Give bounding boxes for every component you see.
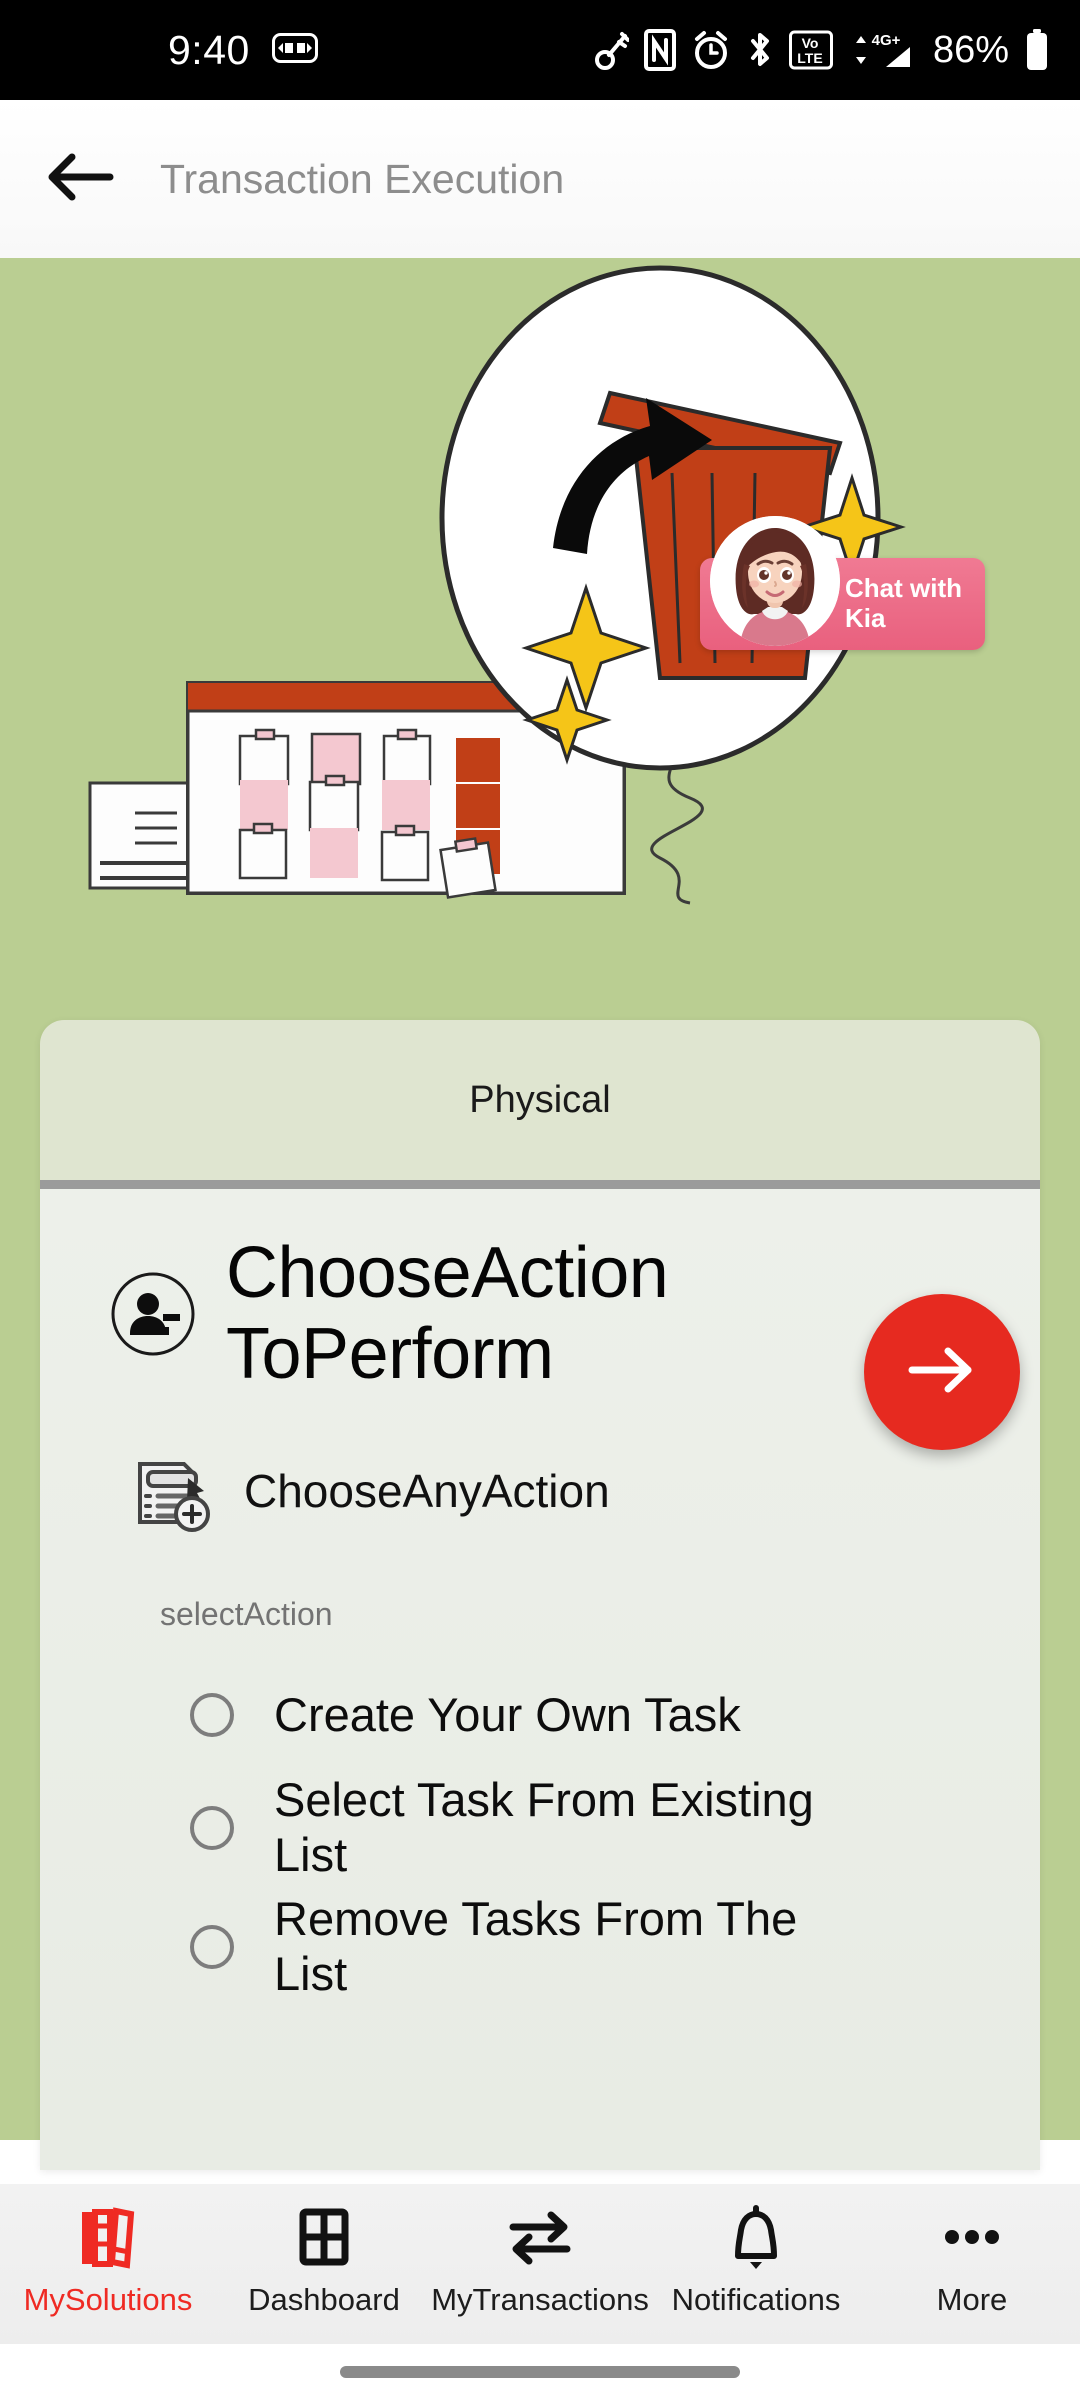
card-title: ChooseAction ToPerform [226,1233,669,1394]
person-remove-icon [110,1271,196,1357]
nfc-icon [643,29,676,71]
bottom-navigation-bar: MySolutions Dashboard MyTransactions Not… [0,2184,1080,2344]
radio-icon[interactable] [190,1693,234,1738]
nav-item-mysolutions[interactable]: MySolutions [8,2200,208,2318]
select-action-radio-group[interactable]: Create Your Own Task Select Task From Ex… [40,1633,1040,2001]
radio-option-remove-tasks-from-the-list[interactable]: Remove Tasks From The List [40,1892,1040,2001]
status-time: 9:40 [168,26,250,73]
swap-arrows-icon [501,2200,579,2274]
chat-badge-line1: Chat with [845,573,962,604]
key-icon [594,30,629,70]
nav-label: Notifications [671,2282,841,2317]
nav-item-notifications[interactable]: Notifications [656,2200,856,2318]
back-button[interactable] [20,149,140,210]
card-divider [40,1180,1040,1189]
status-bar-left: 9:40 [168,27,318,74]
app-bar: Transaction Execution [0,100,1080,258]
card-subtitle: ChooseAnyAction [244,1465,610,1518]
radio-option-label: Remove Tasks From The List [274,1892,798,2000]
volte-icon: Vo LTE [788,29,833,71]
bell-icon [719,2200,793,2274]
id-card-icon [271,32,318,68]
nav-item-more[interactable]: More [872,2200,1072,2318]
status-bar-right: Vo LTE 4G+ 86% [594,28,1050,72]
nav-label: MyTransactions [431,2282,649,2317]
card-header-title: Physical [469,1078,611,1121]
svg-text:Vo: Vo [802,35,819,51]
chat-with-kia-label: Chat with Kia [845,573,972,634]
alarm-icon [691,29,731,71]
signal-4g-plus-icon: 4G+ [848,29,914,71]
kanban-board-with-trash-bin-illustration [88,265,906,905]
radio-option-label: Select Task From Existing List [274,1773,814,1881]
gesture-bar-area [0,2344,1080,2400]
arrow-left-icon [44,149,116,210]
nav-item-mytransactions[interactable]: MyTransactions [431,2200,649,2318]
transaction-card: Physical ChooseAction ToPerform ChooseAn… [40,1020,1040,2170]
arrow-right-icon [902,1338,982,1407]
radio-option-create-your-own-task[interactable]: Create Your Own Task [40,1667,1040,1763]
checklist-add-icon [130,1450,212,1533]
nav-item-dashboard[interactable]: Dashboard [224,2200,424,2318]
status-bar: 9:40 Vo LTE 4G+ 86% [0,0,1080,100]
radio-icon[interactable] [190,1924,234,1969]
nav-label: More [936,2282,1008,2317]
svg-text:4G+: 4G+ [872,32,901,49]
battery-icon [1024,28,1050,72]
svg-text:LTE: LTE [797,50,822,66]
kia-assistant-avatar [710,516,840,646]
books-icon [71,2200,145,2274]
chat-badge-line2: Kia [845,603,886,633]
chat-with-kia-button[interactable]: Chat with Kia [700,516,985,650]
select-action-label: selectAction [160,1596,333,1633]
home-gesture-bar[interactable] [340,2366,740,2378]
radio-icon[interactable] [190,1805,234,1850]
grid-icon [287,2200,361,2274]
bluetooth-icon [746,29,774,71]
battery-percent: 86% [932,28,1009,71]
radio-option-select-task-from-existing-list[interactable]: Select Task From Existing List [40,1773,1040,1882]
ellipsis-icon [935,2200,1009,2274]
nav-label: Dashboard [248,2282,400,2317]
next-fab-button[interactable] [864,1294,1020,1450]
radio-option-label: Create Your Own Task [274,1687,741,1741]
phone-screen: 9:40 Vo LTE 4G+ 86% Transaction Executio… [0,0,1080,2400]
card-header: Physical [40,1020,1040,1180]
nav-label: MySolutions [23,2282,193,2317]
page-title: Transaction Execution [160,155,565,202]
